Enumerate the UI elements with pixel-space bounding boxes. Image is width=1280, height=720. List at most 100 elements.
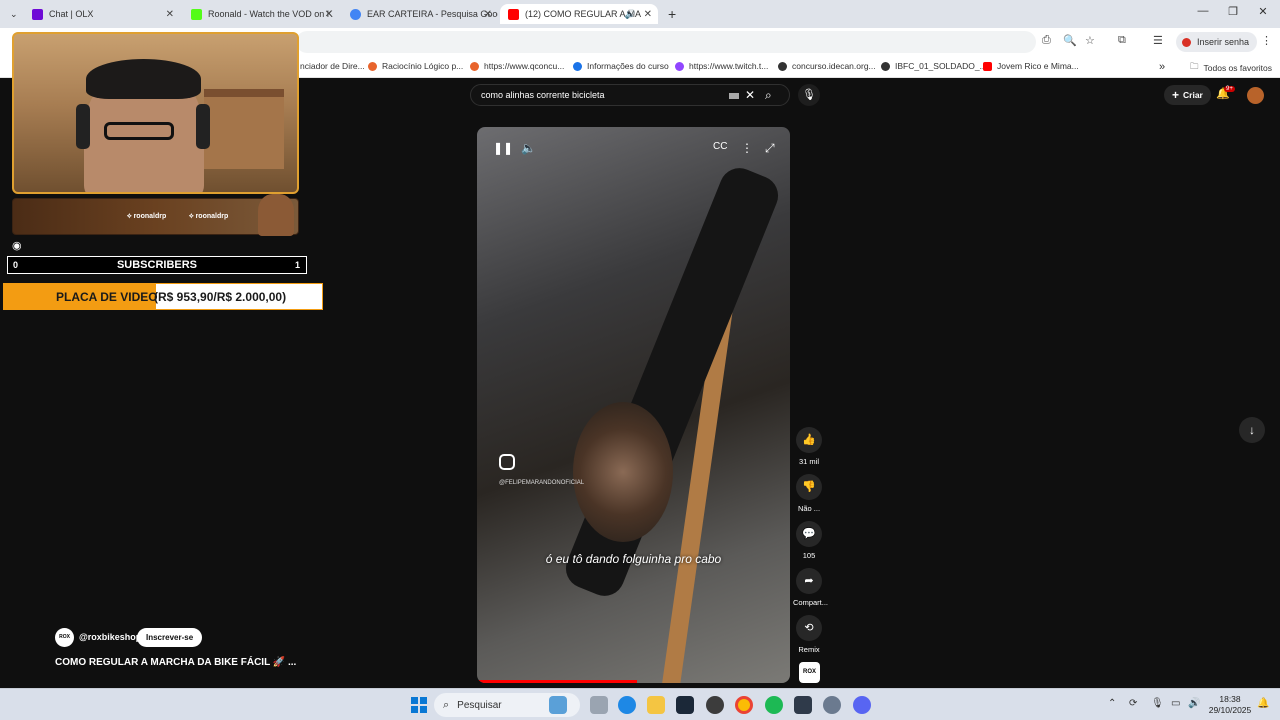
share-button[interactable]: ➦ Compart... xyxy=(793,568,828,607)
speaker-icon[interactable]: 🔊 xyxy=(625,9,636,20)
settings-icon[interactable] xyxy=(823,696,841,714)
tab-list-button[interactable]: ⌄ xyxy=(2,4,24,24)
zoom-icon[interactable]: 🔍 xyxy=(1063,34,1077,47)
star-icon[interactable]: ☆ xyxy=(1085,34,1095,47)
notification-center-icon[interactable]: 🔔 xyxy=(1257,698,1269,709)
reading-list-icon[interactable]: ☰ xyxy=(1153,34,1163,47)
address-bar[interactable] xyxy=(296,31,1036,53)
bookmark-item[interactable]: concurso.idecan.org... xyxy=(778,61,876,71)
taskbar-clock[interactable]: 18:38 29/10/2025 xyxy=(1206,694,1254,716)
pause-icon[interactable]: ❚❚ xyxy=(493,141,513,155)
file-explorer-icon[interactable] xyxy=(647,696,665,714)
dislike-button[interactable]: 👎 Não ... xyxy=(793,474,825,513)
bookmark-item[interactable]: https://www.twitch.t... xyxy=(675,61,768,71)
keyboard-icon[interactable] xyxy=(729,93,739,99)
search-input[interactable]: como alinhas corrente bicicleta ✕ xyxy=(470,84,790,106)
task-view-icon[interactable] xyxy=(590,696,608,714)
window-close-icon[interactable]: ✕ xyxy=(1248,5,1278,18)
discord-icon[interactable] xyxy=(853,696,871,714)
share-icon: ➦ xyxy=(796,568,822,594)
bookmark-item[interactable]: https://www.qconcu... xyxy=(470,61,564,71)
mic-icon[interactable]: 🎙 xyxy=(1151,698,1164,709)
subscribe-button[interactable]: Inscrever-se xyxy=(137,628,203,647)
olx-favicon-icon xyxy=(32,8,43,20)
tab-kick[interactable]: Roonald - Watch the VOD on K ✕ xyxy=(183,4,339,24)
more-bookmarks-icon[interactable]: » xyxy=(1159,61,1165,73)
close-icon[interactable]: ✕ xyxy=(644,9,652,20)
chrome-icon[interactable] xyxy=(735,696,753,714)
all-bookmarks-label: Todos os favoritos xyxy=(1203,63,1273,73)
all-bookmarks[interactable]: 🗀 Todos os favoritos xyxy=(1190,61,1272,75)
clear-search-icon[interactable]: ✕ xyxy=(745,88,755,102)
channel-handle[interactable]: @roxbikeshop xyxy=(79,632,141,642)
avatar[interactable] xyxy=(1247,87,1264,104)
widgets-app-icon[interactable] xyxy=(549,696,567,714)
spotify-icon[interactable] xyxy=(765,696,783,714)
create-button[interactable]: + Criar xyxy=(1164,85,1211,105)
bookmark-item[interactable]: nciador de Dire... xyxy=(300,61,365,71)
bookmark-item[interactable]: Jovem Rico e Mima... xyxy=(983,61,1079,71)
arrow-down-icon: ↓ xyxy=(1249,423,1255,437)
video-title[interactable]: COMO REGULAR A MARCHA DA BIKE FÁCIL 🚀 ..… xyxy=(55,657,296,668)
bike-derailleur-image xyxy=(559,162,785,602)
windows-start-icon[interactable] xyxy=(411,697,427,713)
character-avatar-image xyxy=(258,194,294,236)
app-icon[interactable] xyxy=(706,696,724,714)
captions-icon[interactable]: CC xyxy=(713,141,727,152)
bookmark-favicon-icon xyxy=(470,61,479,71)
menu-icon[interactable]: ⋮ xyxy=(1261,34,1272,47)
instagram-handle: @FELIPEMARANDONOFICIAL xyxy=(499,480,585,486)
extensions-icon[interactable]: ⧉ xyxy=(1118,34,1126,47)
next-video-button[interactable]: ↓ xyxy=(1239,417,1265,443)
like-button[interactable]: 👍 31 mil xyxy=(793,427,825,466)
more-options-icon[interactable]: ⋮ xyxy=(741,141,753,155)
new-tab-button[interactable]: + xyxy=(660,4,682,24)
goal-title: PLACA DE VIDEO xyxy=(56,290,158,304)
edge-icon[interactable] xyxy=(618,696,636,714)
remix-label: Remix xyxy=(798,645,820,654)
network-icon[interactable]: ▭ xyxy=(1171,698,1180,709)
streamer-hair-image xyxy=(86,59,201,99)
headset-image xyxy=(76,104,90,149)
tray-expand-icon[interactable]: ⌃ xyxy=(1108,698,1116,709)
calculator-icon[interactable] xyxy=(794,696,812,714)
steam-icon[interactable] xyxy=(676,696,694,714)
tab-olx[interactable]: Chat | OLX ✕ xyxy=(24,4,180,24)
volume-icon[interactable]: 🔈 xyxy=(521,141,536,155)
thumbs-up-icon: 👍 xyxy=(796,427,822,453)
create-label: Criar xyxy=(1183,90,1203,100)
background-house-image xyxy=(204,89,284,169)
subscriber-goal-bar: 0 SUBSCRIBERS 1 xyxy=(7,256,307,274)
sync-icon[interactable]: ⟳ xyxy=(1129,698,1137,709)
clock-time: 18:38 xyxy=(1219,694,1241,704)
channel-avatar[interactable]: ROX xyxy=(55,628,74,647)
bookmark-label: IBFC_01_SOLDADO_... xyxy=(895,61,987,71)
bookmark-item[interactable]: IBFC_01_SOLDADO_... xyxy=(881,61,987,71)
volume-icon[interactable]: 🔊 xyxy=(1188,698,1200,709)
close-icon[interactable]: ✕ xyxy=(166,9,174,20)
bookmark-item[interactable]: Raciocínio Lógico p... xyxy=(368,61,463,71)
bookmark-item[interactable]: Informações do curso xyxy=(573,61,669,71)
tab-youtube[interactable]: (12) COMO REGULAR A MA 🔊 ✕ xyxy=(500,4,658,24)
bookmark-favicon-icon xyxy=(573,61,582,71)
video-progress-bar[interactable] xyxy=(477,680,637,683)
comments-button[interactable]: 💬 105 xyxy=(793,521,825,560)
channel-thumbnail[interactable]: ROX xyxy=(799,662,820,683)
shorts-video-player[interactable]: ❚❚ 🔈 CC ⋮ ⤢ @FELIPEMARANDONOFICIAL ó eu … xyxy=(477,127,790,683)
tab-google[interactable]: EAR CARTEIRA - Pesquisa Goog ✕ xyxy=(342,4,498,24)
tab-title: (12) COMO REGULAR A MA xyxy=(525,9,642,19)
sign-in-button[interactable]: Inserir senha xyxy=(1176,32,1258,52)
voice-search-button[interactable]: 🎙 xyxy=(798,84,820,106)
search-icon[interactable]: ⌕ xyxy=(765,88,772,103)
minimize-icon[interactable]: — xyxy=(1188,5,1218,17)
close-icon[interactable]: ✕ xyxy=(325,9,333,20)
new-tab-label: + xyxy=(668,6,677,22)
restore-icon[interactable]: ❐ xyxy=(1218,5,1248,18)
bookmark-favicon-icon xyxy=(675,61,684,71)
close-icon[interactable]: ✕ xyxy=(484,9,492,20)
bookmark-label: Raciocínio Lógico p... xyxy=(382,61,464,71)
remix-icon: ⟲ xyxy=(796,615,822,641)
remix-button[interactable]: ⟲ Remix xyxy=(793,615,825,654)
install-app-icon[interactable]: ⎙ xyxy=(1042,34,1051,47)
fullscreen-icon[interactable]: ⤢ xyxy=(765,141,775,156)
